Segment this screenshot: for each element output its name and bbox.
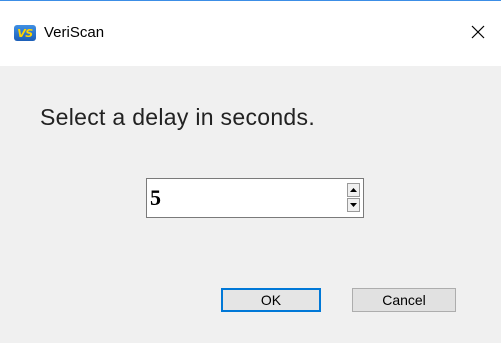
arrow-up-icon <box>350 188 357 192</box>
delay-input[interactable]: 5 <box>150 185 161 211</box>
delay-spinner[interactable]: 5 <box>146 178 364 218</box>
cancel-button[interactable]: Cancel <box>352 288 456 312</box>
spin-buttons <box>347 183 360 213</box>
close-button[interactable] <box>455 2 501 62</box>
dialog-content: Select a delay in seconds. 5 OK Cancel <box>0 66 501 343</box>
prompt-label: Select a delay in seconds. <box>40 104 316 130</box>
dialog-window: VS VeriScan Select a delay in seconds. 5 <box>0 0 501 343</box>
close-icon <box>471 25 485 39</box>
spin-down-button[interactable] <box>347 198 360 212</box>
title-bar: VS VeriScan <box>0 0 501 66</box>
ok-button[interactable]: OK <box>221 288 321 312</box>
window-title: VeriScan <box>44 24 105 41</box>
veriscan-app-icon: VS <box>14 25 36 41</box>
spin-up-button[interactable] <box>347 183 360 197</box>
arrow-down-icon <box>350 203 357 207</box>
